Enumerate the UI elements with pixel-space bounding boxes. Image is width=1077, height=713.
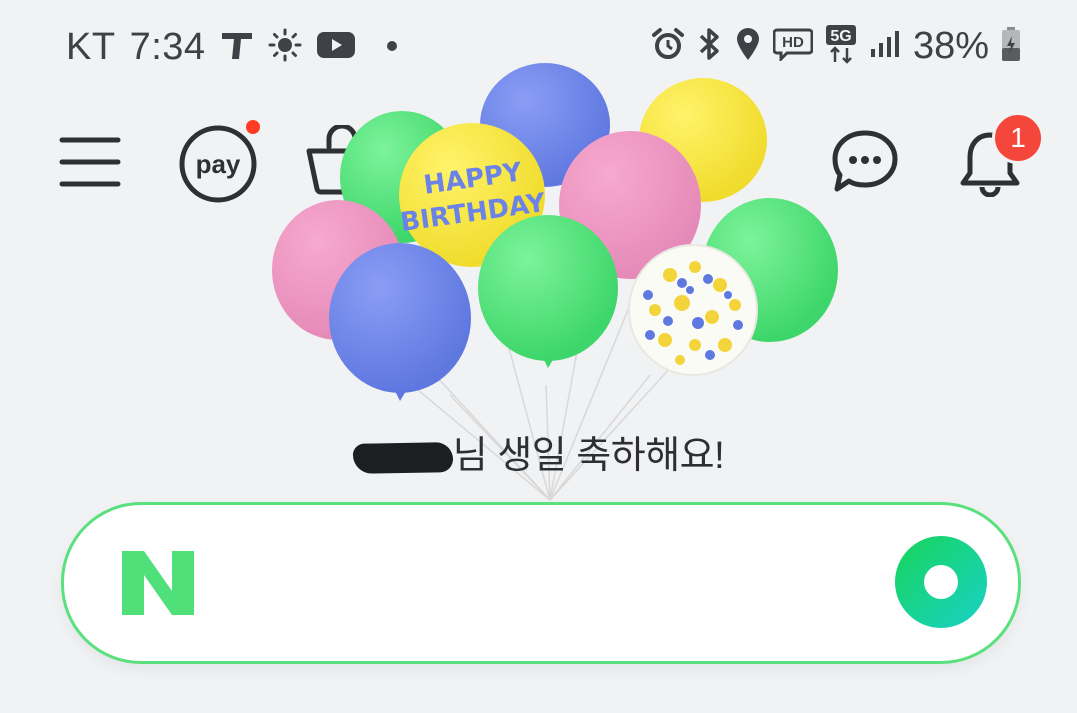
signal-icon xyxy=(869,29,901,64)
network-label: 5G xyxy=(830,28,851,45)
notification-button[interactable]: 1 xyxy=(958,112,1044,198)
chat-button[interactable] xyxy=(830,128,900,194)
t-app-icon xyxy=(220,29,254,66)
search-input[interactable] xyxy=(224,535,868,633)
chat-icon xyxy=(832,130,898,192)
clock: 7:34 xyxy=(129,26,206,68)
pay-icon: pay xyxy=(179,125,257,203)
menu-icon xyxy=(59,137,121,187)
carrier-label: KT xyxy=(66,26,116,68)
redacted-username xyxy=(352,442,454,474)
balloon-blue-front xyxy=(329,243,471,393)
pay-button[interactable]: pay xyxy=(176,120,260,206)
search-bar[interactable] xyxy=(61,502,1021,664)
birthday-greeting: 님 생일 축하해요! xyxy=(0,424,1077,479)
notification-badge: 1 xyxy=(992,112,1044,164)
hd-label: HD xyxy=(782,34,804,51)
green-dot-icon xyxy=(895,536,987,628)
balloon-confetti xyxy=(628,244,758,376)
green-dot-button[interactable] xyxy=(894,535,988,634)
dot-icon xyxy=(386,39,398,57)
battery-percent: 38% xyxy=(912,25,989,67)
menu-button[interactable] xyxy=(58,134,122,190)
battery-icon xyxy=(1001,26,1021,67)
naver-logo xyxy=(120,549,196,622)
balloon-green-front xyxy=(478,215,618,361)
pay-label: pay xyxy=(196,149,241,179)
greeting-text: 님 생일 축하해요! xyxy=(452,435,725,477)
